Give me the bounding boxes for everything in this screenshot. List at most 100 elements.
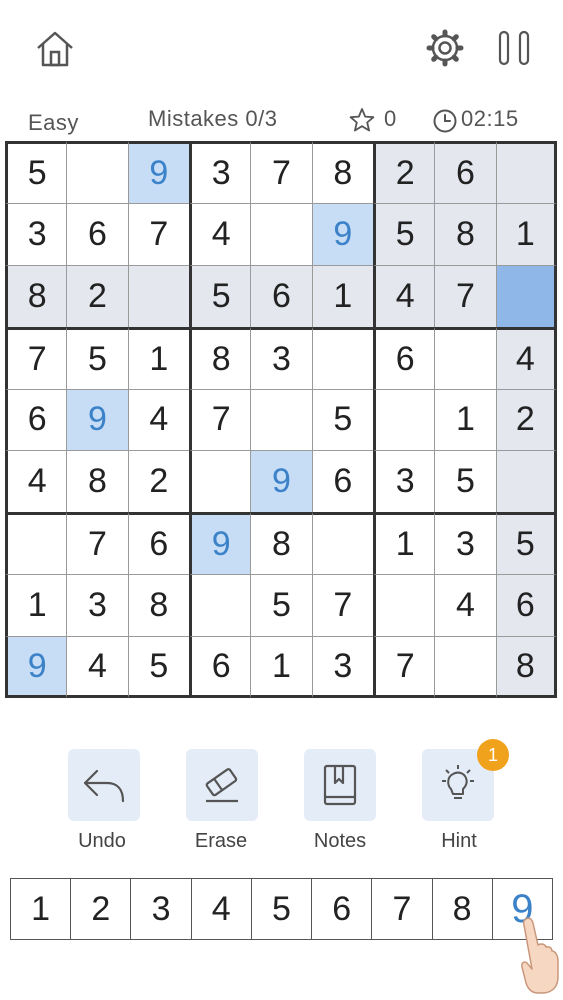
sudoku-cell-r5c3[interactable]: 4 [127, 388, 189, 451]
sudoku-cell-r6c3[interactable]: 2 [127, 450, 189, 513]
sudoku-cell-r8c1[interactable]: 1 [5, 574, 67, 637]
sudoku-cell-r3c3[interactable] [127, 264, 189, 327]
sudoku-cell-r4c6[interactable] [311, 326, 373, 389]
sudoku-cell-r7c5[interactable]: 8 [250, 512, 312, 575]
sudoku-cell-r5c9[interactable]: 2 [495, 388, 557, 451]
sudoku-cell-r7c8[interactable]: 3 [434, 512, 496, 575]
sudoku-cell-r2c9[interactable]: 1 [495, 202, 557, 265]
sudoku-cell-r1c3[interactable]: 9 [127, 141, 189, 203]
sudoku-cell-r9c1[interactable]: 9 [5, 636, 67, 698]
sudoku-cell-r9c5[interactable]: 1 [250, 636, 312, 698]
sudoku-cell-r2c4[interactable]: 4 [189, 202, 251, 265]
sudoku-cell-r7c9[interactable]: 5 [495, 512, 557, 575]
sudoku-cell-r1c6[interactable]: 8 [311, 141, 373, 203]
sudoku-cell-r4c3[interactable]: 1 [127, 326, 189, 389]
sudoku-cell-r5c7[interactable] [373, 388, 435, 451]
sudoku-cell-r9c9[interactable]: 8 [495, 636, 557, 698]
sudoku-cell-r3c6[interactable]: 1 [311, 264, 373, 327]
sudoku-cell-r8c7[interactable] [373, 574, 435, 637]
sudoku-cell-r3c1[interactable]: 8 [5, 264, 67, 327]
sudoku-cell-r5c4[interactable]: 7 [189, 388, 251, 451]
sudoku-cell-r8c6[interactable]: 7 [311, 574, 373, 637]
sudoku-cell-r8c8[interactable]: 4 [434, 574, 496, 637]
numpad-key-5[interactable]: 5 [250, 879, 311, 939]
sudoku-cell-r1c9[interactable] [495, 141, 557, 203]
sudoku-cell-r5c8[interactable]: 1 [434, 388, 496, 451]
numpad-key-6[interactable]: 6 [311, 879, 371, 939]
hint-count-badge: 1 [477, 739, 509, 771]
sudoku-cell-r1c2[interactable] [66, 141, 128, 203]
sudoku-cell-r8c9[interactable]: 6 [495, 574, 557, 637]
sudoku-cell-r6c4[interactable] [189, 450, 251, 513]
sudoku-cell-r6c2[interactable]: 8 [66, 450, 128, 513]
sudoku-cell-r6c8[interactable]: 5 [434, 450, 496, 513]
settings-button[interactable] [426, 28, 464, 68]
sudoku-cell-r9c4[interactable]: 6 [189, 636, 251, 698]
sudoku-cell-r5c2[interactable]: 9 [66, 388, 128, 451]
sudoku-cell-r6c9[interactable] [495, 450, 557, 513]
numpad-key-8[interactable]: 8 [431, 879, 492, 939]
sudoku-cell-r6c5[interactable]: 9 [250, 450, 312, 513]
sudoku-cell-r8c4[interactable] [189, 574, 251, 637]
sudoku-cell-r5c1[interactable]: 6 [5, 388, 67, 451]
sudoku-cell-r4c8[interactable] [434, 326, 496, 389]
sudoku-cell-r3c5[interactable]: 6 [250, 264, 312, 327]
pause-button[interactable] [498, 30, 532, 66]
sudoku-cell-r2c2[interactable]: 6 [66, 202, 128, 265]
sudoku-cell-r9c6[interactable]: 3 [311, 636, 373, 698]
numpad-key-3[interactable]: 3 [130, 879, 190, 939]
sudoku-cell-r1c1[interactable]: 5 [5, 141, 67, 203]
sudoku-cell-r1c5[interactable]: 7 [250, 141, 312, 203]
sudoku-cell-r2c1[interactable]: 3 [5, 202, 67, 265]
sudoku-cell-r3c4[interactable]: 5 [189, 264, 251, 327]
sudoku-cell-r4c7[interactable]: 6 [373, 326, 435, 389]
sudoku-cell-r1c7[interactable]: 2 [373, 141, 435, 203]
numpad-key-7[interactable]: 7 [371, 879, 431, 939]
sudoku-cell-r3c8[interactable]: 7 [434, 264, 496, 327]
home-icon [37, 31, 73, 67]
sudoku-cell-r7c1[interactable] [5, 512, 67, 575]
sudoku-cell-r8c5[interactable]: 5 [250, 574, 312, 637]
eraser-icon [205, 768, 238, 803]
sudoku-cell-r4c9[interactable]: 4 [495, 326, 557, 389]
sudoku-cell-r4c5[interactable]: 3 [250, 326, 312, 389]
sudoku-cell-r2c5[interactable] [250, 202, 312, 265]
erase-button[interactable] [186, 749, 258, 821]
sudoku-cell-r2c8[interactable]: 8 [434, 202, 496, 265]
numpad-key-4[interactable]: 4 [190, 879, 251, 939]
sudoku-cell-r8c2[interactable]: 3 [66, 574, 128, 637]
sudoku-cell-r5c5[interactable] [250, 388, 312, 451]
sudoku-cell-r6c7[interactable]: 3 [373, 450, 435, 513]
notes-label: Notes [313, 830, 367, 852]
sudoku-cell-r7c6[interactable] [311, 512, 373, 575]
sudoku-cell-r7c4[interactable]: 9 [189, 512, 251, 575]
sudoku-cell-r6c1[interactable]: 4 [5, 450, 67, 513]
sudoku-cell-r2c7[interactable]: 5 [373, 202, 435, 265]
sudoku-cell-r9c2[interactable]: 4 [66, 636, 128, 698]
sudoku-cell-r9c3[interactable]: 5 [127, 636, 189, 698]
timer: 02:15 [461, 106, 519, 131]
sudoku-cell-r3c9[interactable] [495, 264, 557, 327]
sudoku-cell-r6c6[interactable]: 6 [311, 450, 373, 513]
numpad-key-2[interactable]: 2 [70, 879, 130, 939]
sudoku-cell-r4c1[interactable]: 7 [5, 326, 67, 389]
sudoku-cell-r7c7[interactable]: 1 [373, 512, 435, 575]
sudoku-cell-r8c3[interactable]: 8 [127, 574, 189, 637]
sudoku-cell-r9c8[interactable] [434, 636, 496, 698]
undo-button[interactable] [68, 749, 140, 821]
sudoku-cell-r4c2[interactable]: 5 [66, 326, 128, 389]
sudoku-cell-r2c3[interactable]: 7 [127, 202, 189, 265]
sudoku-cell-r1c4[interactable]: 3 [189, 141, 251, 203]
sudoku-cell-r7c2[interactable]: 7 [66, 512, 128, 575]
home-button[interactable] [34, 30, 76, 68]
sudoku-cell-r7c3[interactable]: 6 [127, 512, 189, 575]
sudoku-cell-r4c4[interactable]: 8 [189, 326, 251, 389]
sudoku-cell-r1c8[interactable]: 6 [434, 141, 496, 203]
sudoku-cell-r3c2[interactable]: 2 [66, 264, 128, 327]
notes-button[interactable] [304, 749, 376, 821]
sudoku-cell-r3c7[interactable]: 4 [373, 264, 435, 327]
sudoku-cell-r5c6[interactable]: 5 [311, 388, 373, 451]
numpad-key-1[interactable]: 1 [11, 879, 70, 939]
sudoku-cell-r2c6[interactable]: 9 [311, 202, 373, 265]
sudoku-cell-r9c7[interactable]: 7 [373, 636, 435, 698]
